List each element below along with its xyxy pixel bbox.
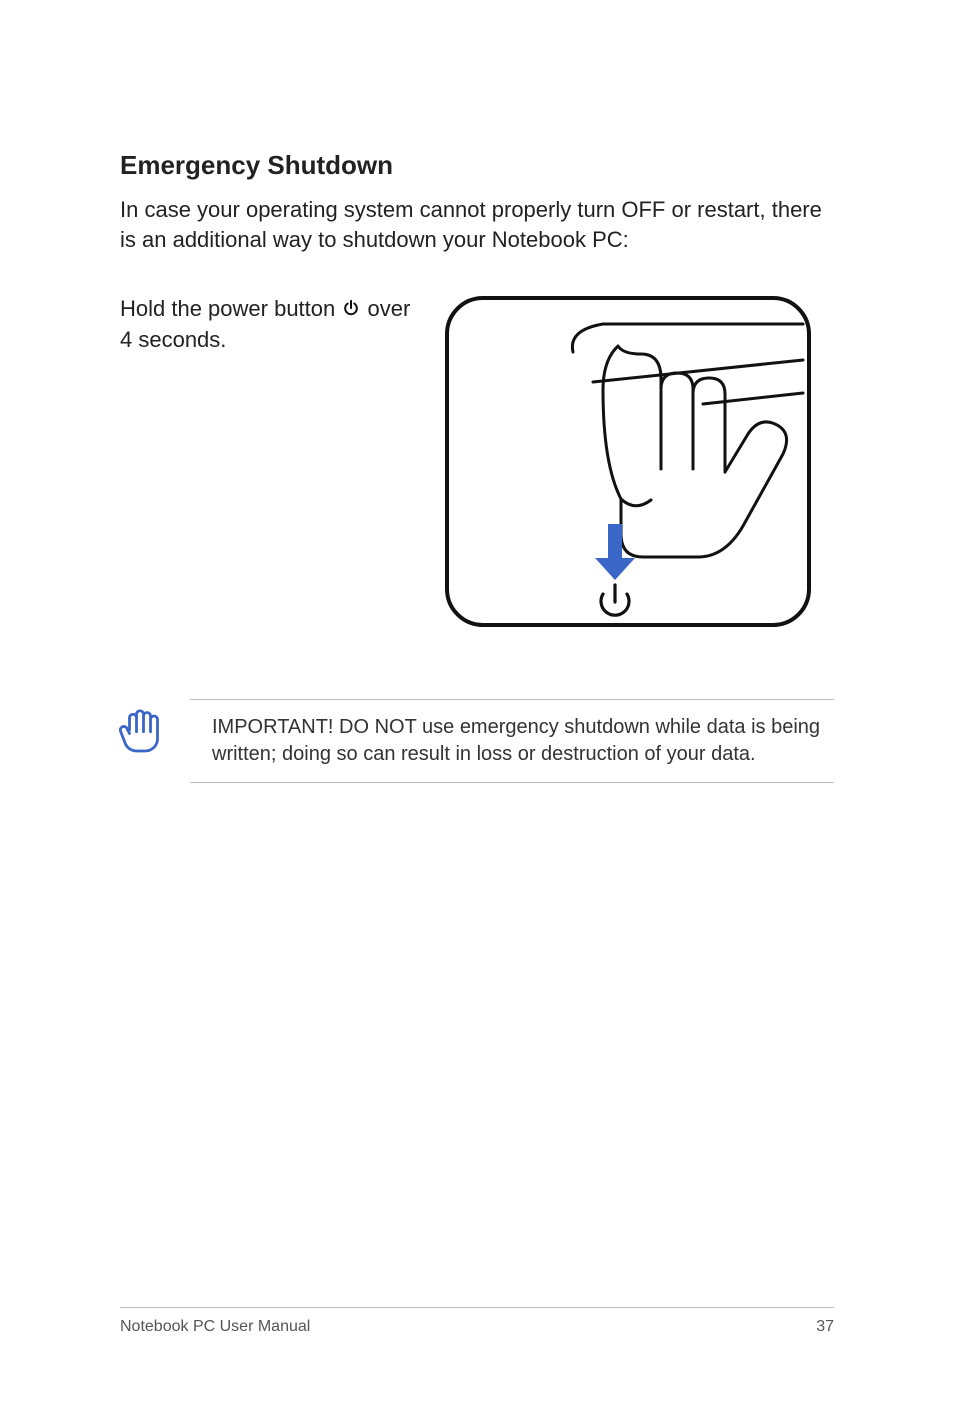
instruction-row: Hold the power button over 4 seconds.	[120, 294, 834, 629]
power-icon	[341, 297, 361, 317]
instruction-text-before: Hold the power button	[120, 296, 341, 321]
intro-paragraph: In case your operating system cannot pro…	[120, 195, 834, 254]
footer-title: Notebook PC User Manual	[120, 1318, 310, 1336]
footer-page-number: 37	[816, 1318, 834, 1336]
page-footer: Notebook PC User Manual 37	[120, 1307, 834, 1336]
hand-stop-icon	[112, 702, 168, 758]
important-note-text: IMPORTANT! DO NOT use emergency shutdown…	[212, 716, 820, 765]
instruction-text: Hold the power button over 4 seconds.	[120, 294, 425, 356]
important-note: IMPORTANT! DO NOT use emergency shutdown…	[190, 699, 834, 783]
power-press-illustration	[443, 294, 813, 629]
power-icon	[601, 585, 629, 615]
page: Emergency Shutdown In case your operatin…	[0, 0, 954, 1418]
section-heading: Emergency Shutdown	[120, 150, 834, 181]
